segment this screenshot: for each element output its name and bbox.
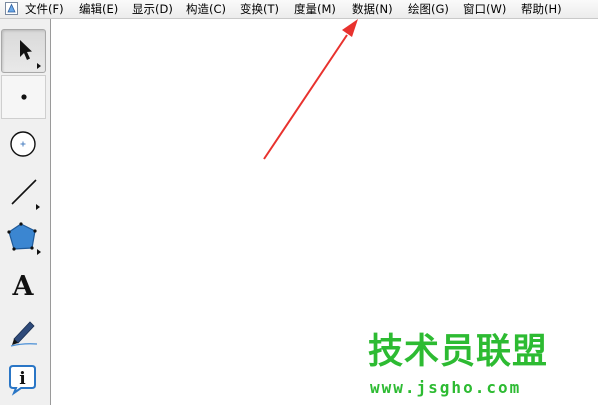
watermark: 技术员联盟 www.jsgho.com: [360, 332, 560, 402]
watermark-title: 技术员联盟: [368, 332, 549, 372]
watermark-url: www.jsgho.com: [370, 378, 522, 397]
